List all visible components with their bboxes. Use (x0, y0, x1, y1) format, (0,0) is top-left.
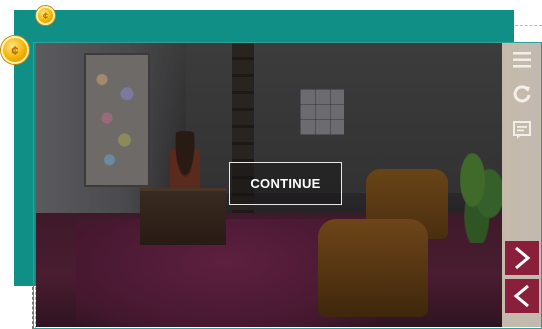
coin-icon: ¢ (36, 6, 55, 25)
wall-art (84, 53, 150, 187)
hamburger-menu-icon (511, 49, 533, 71)
notes-icon (511, 119, 533, 141)
potted-plant (460, 153, 502, 243)
desk (140, 188, 226, 245)
dashed-guide-top (515, 25, 542, 26)
notes-button[interactable] (505, 113, 539, 147)
armchair-front (318, 219, 428, 317)
next-button[interactable] (505, 241, 539, 275)
dashed-guide-left (32, 287, 33, 329)
coin-icon: ¢ (1, 36, 29, 64)
replay-icon (511, 83, 533, 105)
wall-poster (300, 89, 344, 135)
menu-button[interactable] (505, 43, 539, 77)
replay-button[interactable] (505, 77, 539, 111)
previous-button[interactable] (505, 279, 539, 313)
chevron-left-icon (511, 283, 533, 309)
header-bar (14, 10, 514, 43)
seated-person (170, 131, 200, 195)
chevron-right-icon (511, 245, 533, 271)
continue-button[interactable]: CONTINUE (229, 162, 342, 205)
